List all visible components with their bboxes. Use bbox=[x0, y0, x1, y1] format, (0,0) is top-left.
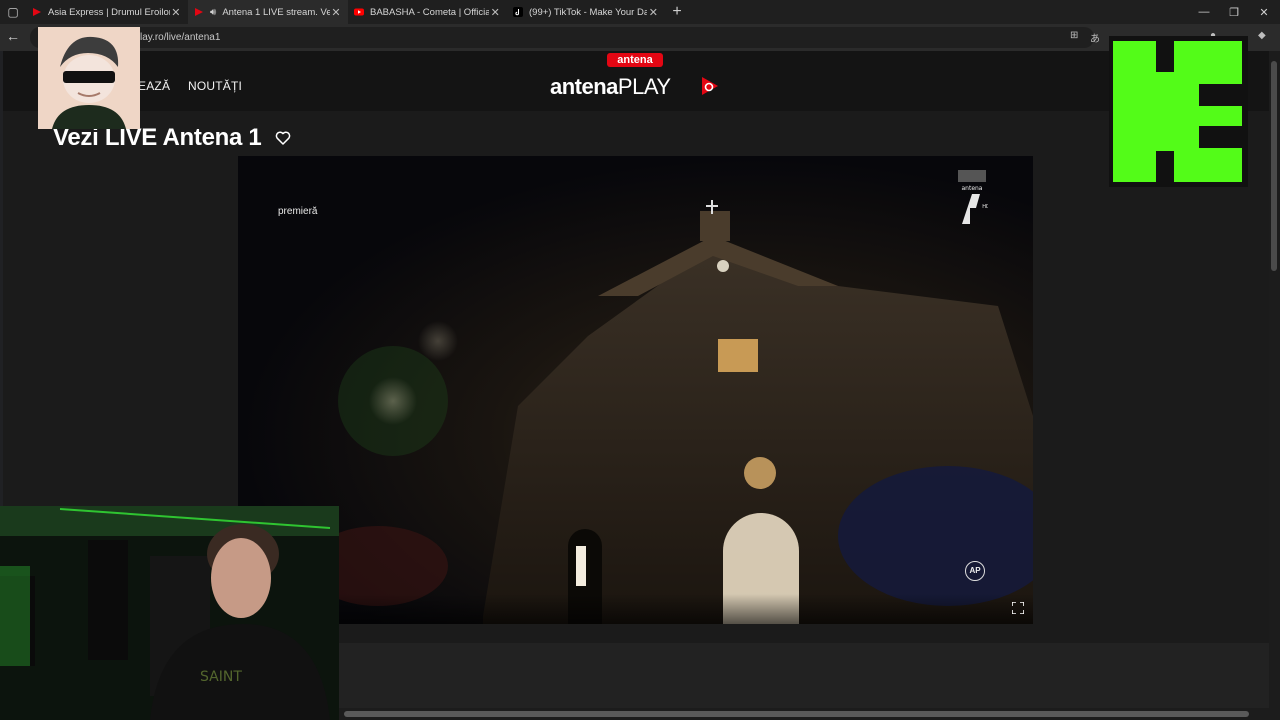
back-arrow-icon[interactable]: ← bbox=[6, 28, 22, 46]
restore-button[interactable]: ❐ bbox=[1219, 0, 1249, 24]
horizontal-scrollbar[interactable] bbox=[338, 708, 1269, 720]
hd-text: HD bbox=[982, 204, 988, 210]
svg-text:SAINT: SAINT bbox=[200, 669, 242, 685]
streamer-avatar-overlay bbox=[38, 27, 140, 129]
webcam-overlay: SAINT bbox=[0, 506, 339, 720]
premiere-label: premieră bbox=[278, 206, 318, 217]
speaker-icon[interactable]: 🔊︎ bbox=[210, 7, 216, 18]
close-tab-icon[interactable]: ✕ bbox=[170, 6, 182, 19]
antena-play-icon bbox=[195, 8, 203, 16]
close-tab-icon[interactable]: ✕ bbox=[647, 6, 660, 19]
copilot-icon[interactable]: ◆ bbox=[1258, 30, 1270, 42]
antena-logo-badge[interactable]: antena bbox=[607, 53, 663, 67]
channel-logo-text: antena bbox=[961, 185, 982, 192]
tab-asia-express[interactable]: Asia Express | Drumul Eroilor e o ✕ bbox=[26, 0, 188, 24]
tab-title: Antena 1 LIVE stream. Vezi o bbox=[222, 6, 330, 18]
antena-play-icon bbox=[33, 8, 41, 16]
tab-title: Asia Express | Drumul Eroilor e o bbox=[48, 6, 170, 18]
close-tab-icon[interactable]: ✕ bbox=[330, 6, 342, 19]
vertical-scrollbar[interactable] bbox=[1269, 51, 1280, 720]
tab-strip: ▢ Asia Express | Drumul Eroilor e o ✕ 🔊︎… bbox=[0, 0, 1280, 24]
antena1-hd-logo-icon: antena HD bbox=[958, 170, 988, 224]
logo-word-play: PLAY bbox=[617, 74, 671, 99]
tab-title: BABASHA - Cometa | Official Vide bbox=[370, 6, 490, 18]
url-field[interactable]: lay.ro/live/antena1 bbox=[30, 27, 1094, 48]
antena-play-logo[interactable]: antenaPLAY bbox=[550, 74, 671, 100]
tiktok-icon bbox=[513, 7, 523, 17]
heart-icon[interactable] bbox=[275, 130, 291, 146]
scrollbar-thumb[interactable] bbox=[1271, 61, 1277, 271]
nav-item-noutati[interactable]: NOUTĂȚI bbox=[188, 79, 242, 93]
fullscreen-icon[interactable] bbox=[1012, 602, 1024, 614]
antena-play-a-icon bbox=[702, 77, 718, 95]
tab-actions-menu-icon[interactable]: ▢ bbox=[0, 0, 26, 24]
video-frame bbox=[308, 200, 1033, 624]
close-tab-icon[interactable]: ✕ bbox=[489, 6, 501, 19]
cartoon-avatar-image bbox=[38, 27, 140, 129]
kick-logo-overlay bbox=[1109, 36, 1248, 187]
tab-antena1-live[interactable]: 🔊︎ Antena 1 LIVE stream. Vezi o ✕ bbox=[188, 0, 348, 24]
install-app-icon[interactable]: ⊞ bbox=[1070, 30, 1082, 42]
nav-item-live[interactable]: EAZĂ bbox=[138, 79, 170, 93]
kick-logo-icon bbox=[1113, 41, 1242, 182]
tab-babasha[interactable]: BABASHA - Cometa | Official Vide ✕ bbox=[348, 0, 507, 24]
translate-icon[interactable]: あ bbox=[1090, 30, 1102, 45]
youtube-icon bbox=[354, 8, 364, 16]
tab-title: (99+) TikTok - Make Your Day bbox=[529, 6, 647, 18]
minimize-button[interactable]: — bbox=[1189, 0, 1219, 24]
logo-word: antena bbox=[550, 74, 618, 99]
scrollbar-thumb[interactable] bbox=[344, 711, 1249, 717]
site-header: EAZĂ NOUTĂȚI antena antenaPLAY bbox=[3, 51, 1269, 111]
close-window-button[interactable]: ✕ bbox=[1249, 0, 1279, 24]
new-tab-button[interactable]: + bbox=[666, 3, 688, 21]
video-player[interactable]: premieră antena HD AP bbox=[238, 156, 1033, 624]
address-bar-row: ← lay.ro/live/antena1 bbox=[0, 24, 1280, 51]
tab-tiktok[interactable]: (99+) TikTok - Make Your Day ✕ bbox=[507, 0, 666, 24]
player-controls[interactable] bbox=[238, 594, 1033, 624]
webcam-image: SAINT bbox=[0, 506, 339, 720]
ap-badge: AP bbox=[965, 561, 985, 581]
